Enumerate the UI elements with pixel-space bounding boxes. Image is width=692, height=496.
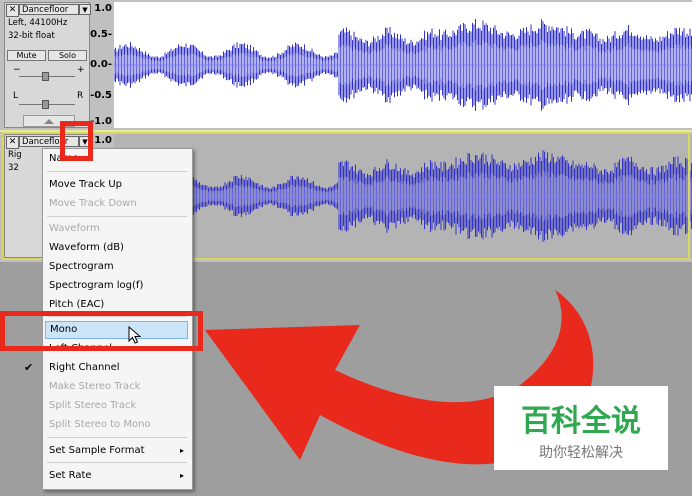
menu-separator (47, 462, 187, 463)
menu-item-set-sample-format[interactable]: Set Sample Format ▸ (43, 442, 192, 460)
watermark-logo: 百科全说 助你轻松解决 (494, 386, 668, 470)
menu-item-split-stereo-to-mono[interactable]: Split Stereo to Mono (43, 416, 192, 434)
menu-item-move-track-up[interactable]: Move Track Up (43, 176, 192, 194)
menu-item-move-track-down[interactable]: Move Track Down (43, 195, 192, 213)
menu-item-waveform[interactable]: Waveform (43, 220, 192, 238)
menu-item-right-channel[interactable]: ✔ Right Channel (24, 359, 192, 377)
menu-separator (47, 216, 187, 217)
menu-item-waveform-db[interactable]: Waveform (dB) (43, 239, 192, 257)
menu-separator (47, 171, 187, 172)
menu-item-split-stereo-track[interactable]: Split Stereo Track (43, 397, 192, 415)
menu-separator (47, 437, 187, 438)
mouse-cursor-icon (128, 326, 142, 344)
watermark-subtitle: 助你轻松解决 (539, 445, 623, 461)
submenu-arrow-icon: ▸ (179, 471, 184, 480)
watermark-title: 百科全说 (521, 404, 641, 439)
submenu-arrow-icon: ▸ (179, 446, 184, 455)
menu-item-make-stereo-track[interactable]: Make Stereo Track (43, 378, 192, 396)
annotation-dropdown-highlight (60, 121, 93, 161)
menu-item-set-rate[interactable]: Set Rate ▸ (43, 467, 192, 485)
annotation-mono-highlight (0, 311, 203, 351)
menu-item-spectrogram[interactable]: Spectrogram (43, 258, 192, 276)
menu-item-spectrogram-log[interactable]: Spectrogram log(f) (43, 277, 192, 295)
checkmark-icon: ✔ (24, 361, 34, 374)
